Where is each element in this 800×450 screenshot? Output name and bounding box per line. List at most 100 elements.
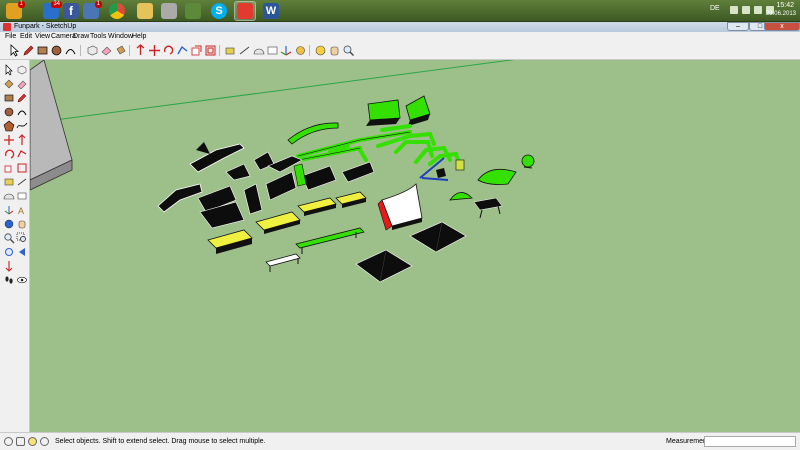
eraser-tool-side[interactable] bbox=[16, 77, 28, 90]
pan-tool-side[interactable] bbox=[16, 217, 28, 229]
sketchup-button[interactable] bbox=[234, 1, 256, 21]
chrome-button[interactable] bbox=[106, 1, 128, 21]
text-tool-side[interactable] bbox=[16, 189, 28, 201]
dimension-button[interactable] bbox=[238, 44, 251, 57]
eraser-icon bbox=[101, 46, 112, 56]
offset-tool-button[interactable] bbox=[204, 44, 217, 57]
eraser-tool-button[interactable] bbox=[100, 44, 113, 57]
minimize-button[interactable]: – bbox=[727, 22, 749, 31]
tape-measure-side[interactable] bbox=[3, 175, 15, 187]
scale-tool-side[interactable] bbox=[3, 161, 15, 173]
3d-text-icon bbox=[296, 46, 305, 55]
polygon-tool-side[interactable] bbox=[3, 119, 15, 132]
rectangle-tool-side[interactable] bbox=[3, 91, 15, 103]
pan-tool-button[interactable] bbox=[328, 44, 341, 57]
select-tool-button[interactable] bbox=[8, 44, 21, 57]
component-tool-side[interactable] bbox=[16, 63, 28, 75]
toolbar-separator bbox=[80, 45, 81, 56]
tape-measure-button[interactable] bbox=[224, 44, 237, 57]
app2-button[interactable]: 1 bbox=[80, 1, 102, 21]
arc-tool-side[interactable] bbox=[16, 105, 28, 117]
menu-window[interactable]: Window bbox=[108, 32, 133, 42]
clock-date[interactable]: 23.06.2013 bbox=[766, 11, 796, 17]
walk-tool-side[interactable] bbox=[3, 273, 15, 285]
scale-tool-button[interactable] bbox=[190, 44, 203, 57]
follow-me-side[interactable] bbox=[16, 147, 28, 159]
protractor-button[interactable] bbox=[252, 44, 265, 57]
instructor-icon[interactable] bbox=[40, 437, 49, 446]
sketchup-window: Funpark - SketchUp – □ x File Edit View … bbox=[0, 22, 800, 450]
text-tool-button[interactable] bbox=[266, 44, 279, 57]
zoom-tool-side[interactable] bbox=[3, 231, 15, 244]
arc-tool-button[interactable] bbox=[64, 44, 77, 57]
axes-tool-button[interactable] bbox=[280, 44, 293, 57]
app3-button[interactable] bbox=[158, 1, 180, 21]
make-component-button[interactable] bbox=[86, 44, 99, 57]
follow-me-button[interactable] bbox=[176, 44, 189, 57]
paint-tool-side[interactable] bbox=[3, 77, 15, 89]
pencil-tool-button[interactable] bbox=[22, 44, 35, 57]
help-icon[interactable] bbox=[28, 437, 37, 446]
rectangle-tool-button[interactable] bbox=[36, 44, 49, 57]
freehand-tool-side[interactable] bbox=[16, 119, 28, 131]
menu-file[interactable]: File bbox=[5, 32, 16, 42]
pencil-tool-side[interactable] bbox=[16, 91, 28, 103]
scene-canvas[interactable] bbox=[30, 60, 800, 432]
windows-taskbar: 1 34 f 1 S W DE 15:42 23.06.2013 bbox=[0, 0, 800, 22]
zoom-extents-side[interactable] bbox=[3, 245, 15, 257]
yellow-barrel bbox=[455, 159, 465, 171]
offset-tool-side[interactable] bbox=[16, 161, 28, 173]
start-app-button[interactable]: 1 bbox=[3, 1, 25, 21]
minecraft-button[interactable] bbox=[182, 1, 204, 21]
3d-text-button[interactable] bbox=[294, 44, 307, 57]
svg-text:A: A bbox=[18, 206, 24, 216]
geo-location-icon[interactable] bbox=[4, 437, 13, 446]
clock-time[interactable]: 15:42 bbox=[776, 2, 794, 9]
menu-help[interactable]: Help bbox=[132, 32, 146, 42]
close-button[interactable]: x bbox=[764, 22, 800, 31]
rotate-tool-button[interactable] bbox=[162, 44, 175, 57]
volume-icon[interactable] bbox=[754, 6, 762, 14]
zoom-tool-button[interactable] bbox=[342, 44, 355, 57]
footprints-icon bbox=[5, 276, 13, 284]
main-toolbar bbox=[0, 42, 800, 60]
move-tool-side[interactable] bbox=[3, 133, 15, 145]
3d-viewport[interactable] bbox=[30, 60, 800, 432]
offset-icon bbox=[205, 45, 216, 56]
menu-edit[interactable]: Edit bbox=[20, 32, 32, 42]
axes-tool-side[interactable] bbox=[3, 203, 15, 215]
skype-button[interactable]: S bbox=[208, 1, 230, 21]
credits-icon[interactable] bbox=[16, 437, 25, 446]
explorer-button[interactable] bbox=[134, 1, 156, 21]
select-tool-side[interactable] bbox=[3, 63, 15, 76]
protractor-side[interactable] bbox=[3, 189, 15, 201]
follow-me-icon bbox=[17, 150, 27, 158]
menu-draw[interactable]: Draw bbox=[73, 32, 89, 42]
zoom-window-side[interactable] bbox=[16, 231, 28, 243]
previous-view-side[interactable] bbox=[16, 245, 28, 257]
language-indicator[interactable]: DE bbox=[710, 5, 720, 12]
network-icon[interactable] bbox=[742, 6, 750, 14]
move-tool-button[interactable] bbox=[148, 44, 161, 57]
sketchup-logo-icon bbox=[3, 23, 11, 31]
look-around-side[interactable] bbox=[16, 273, 28, 285]
menu-tools[interactable]: Tools bbox=[90, 32, 106, 42]
circle-tool-button[interactable] bbox=[50, 44, 63, 57]
dimension-side[interactable] bbox=[16, 175, 28, 187]
circle-tool-side[interactable] bbox=[3, 105, 15, 117]
rotate-tool-side[interactable] bbox=[3, 147, 15, 159]
paint-bucket-button[interactable] bbox=[114, 44, 127, 57]
facebook-button[interactable]: f bbox=[60, 1, 82, 21]
scale-icon bbox=[4, 165, 12, 173]
tray-arrow-icon[interactable] bbox=[730, 6, 738, 14]
mail-button[interactable]: 34 bbox=[40, 1, 62, 21]
measurements-input[interactable] bbox=[704, 436, 796, 447]
push-pull-side[interactable] bbox=[16, 133, 28, 145]
menu-view[interactable]: View bbox=[35, 32, 50, 42]
push-pull-button[interactable] bbox=[134, 44, 147, 57]
orbit-tool-button[interactable] bbox=[314, 44, 327, 57]
position-camera-side[interactable] bbox=[3, 259, 15, 272]
word-button[interactable]: W bbox=[260, 1, 282, 21]
3d-text-side[interactable]: A bbox=[16, 203, 28, 216]
orbit-tool-side[interactable] bbox=[3, 217, 15, 229]
